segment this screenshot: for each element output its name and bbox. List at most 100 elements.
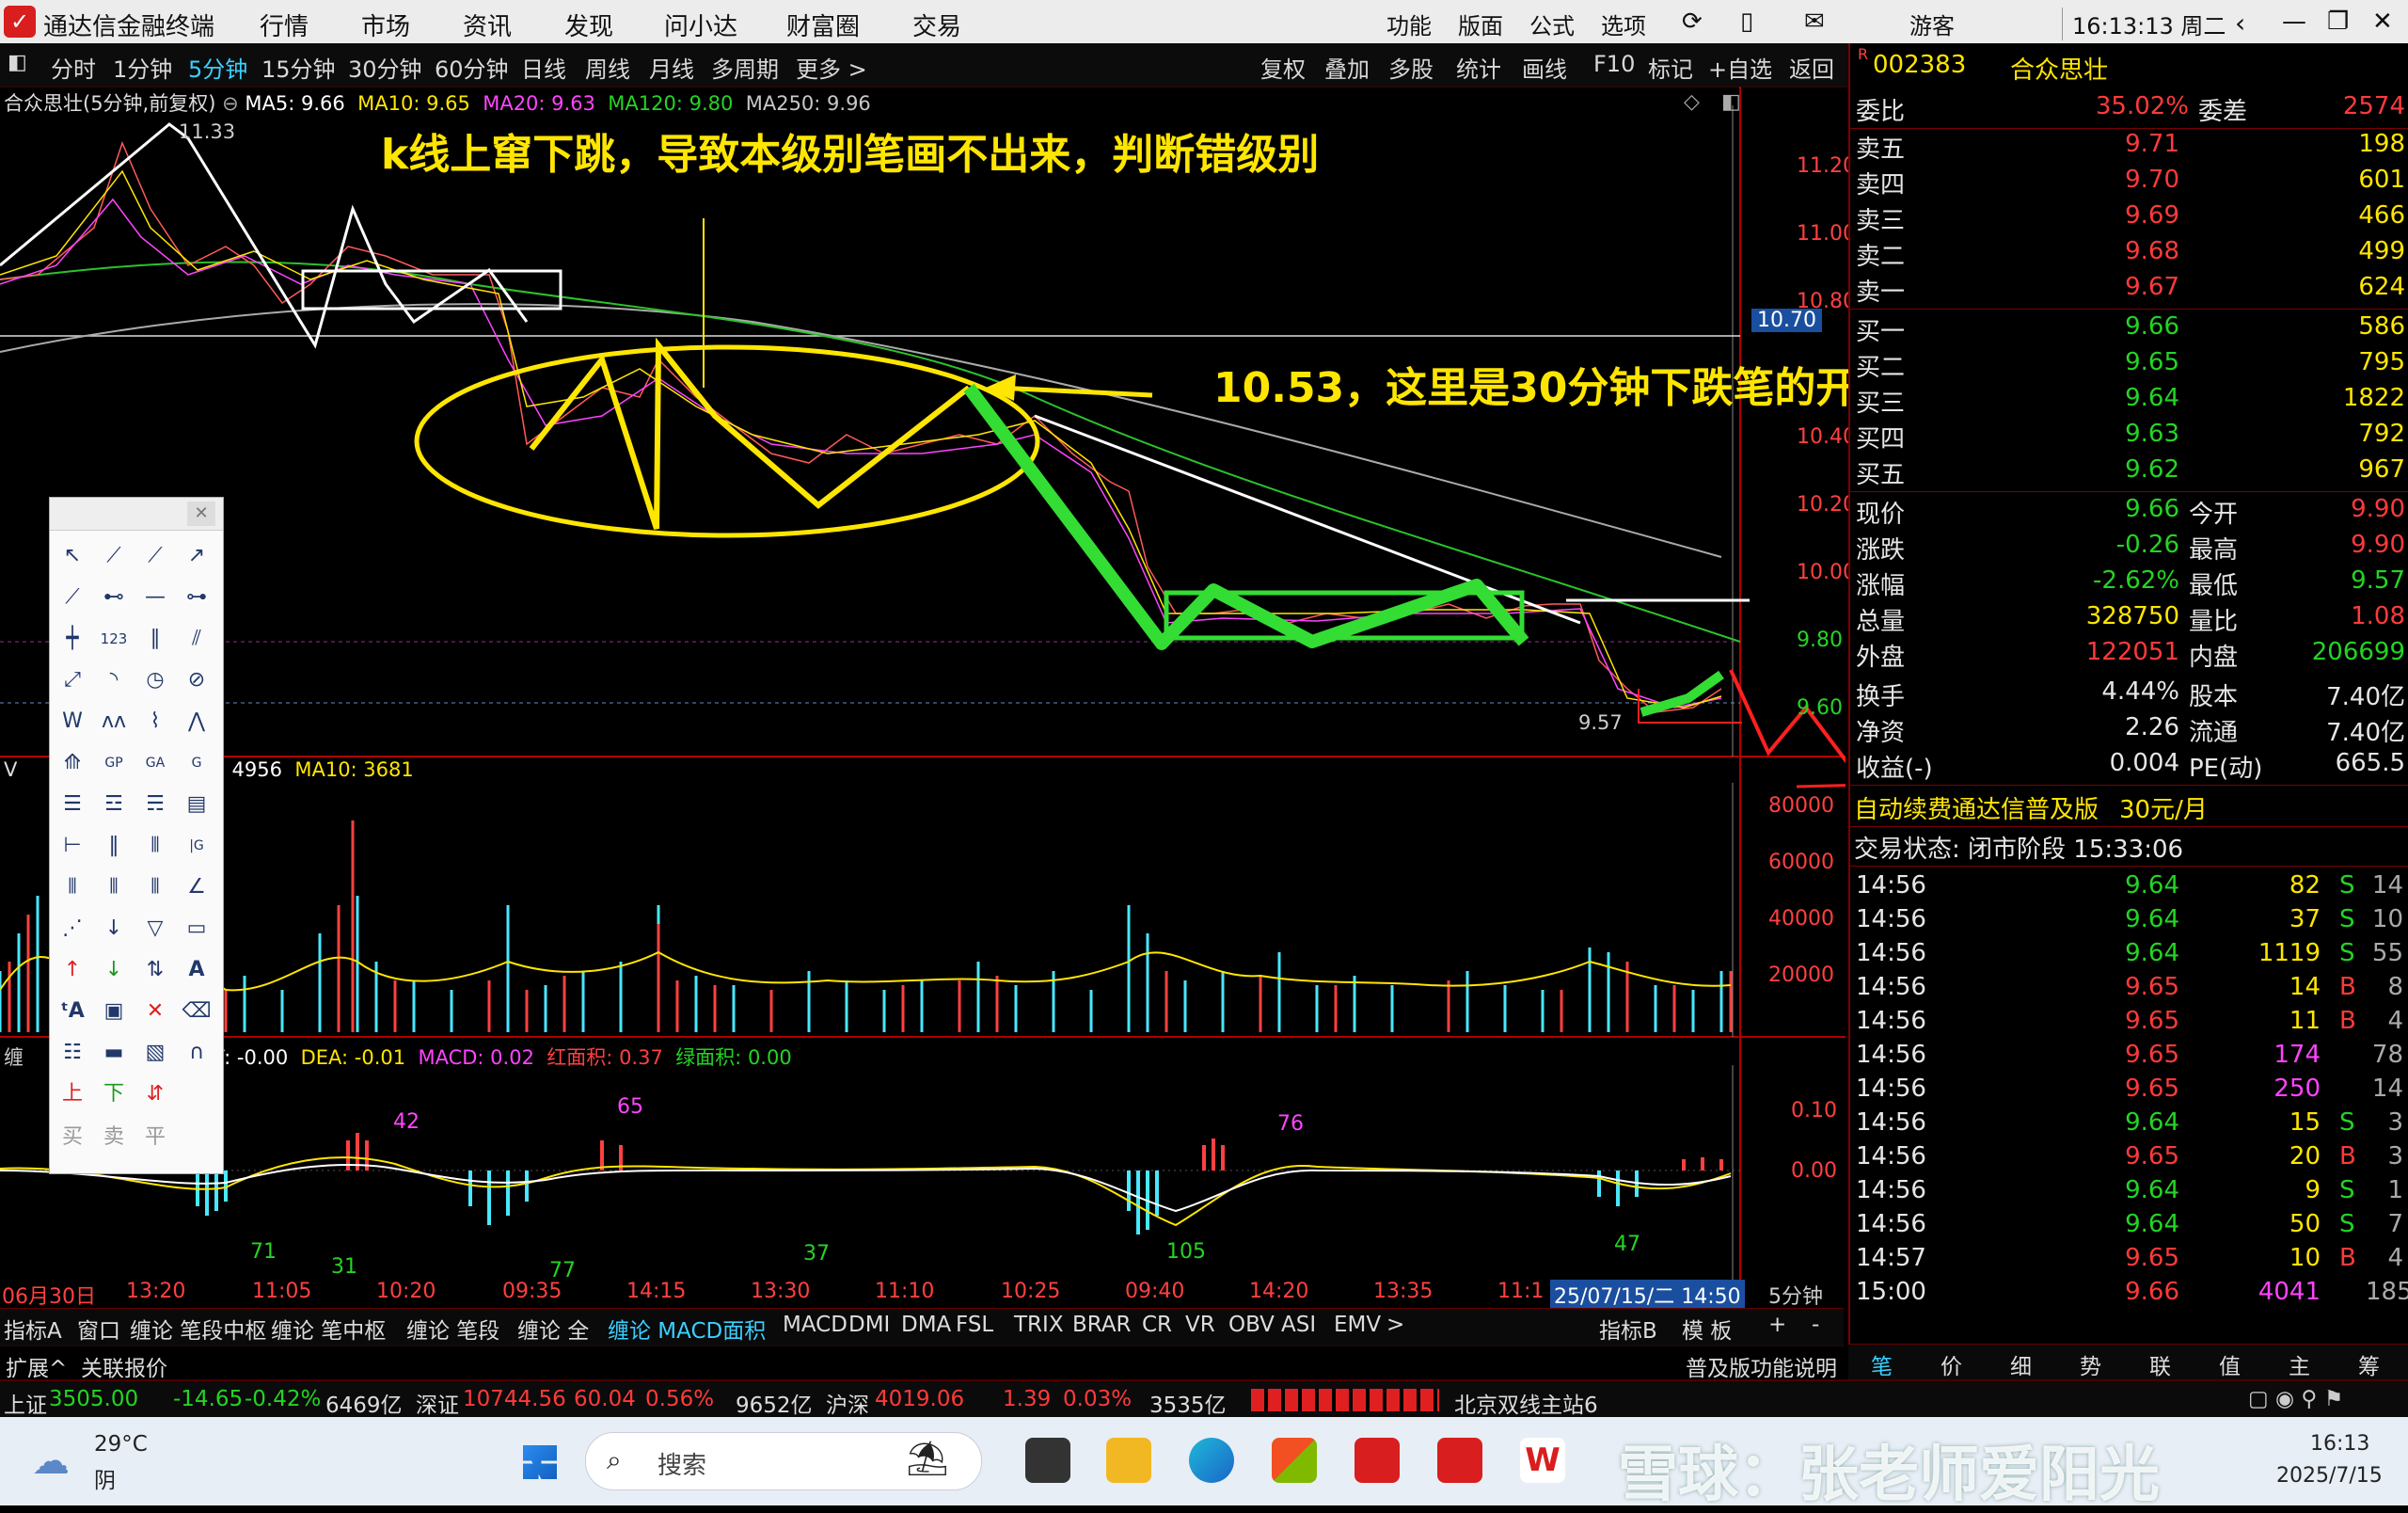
phone-icon[interactable]: ▯ [1740,8,1753,36]
hray-tool-icon[interactable]: — [136,579,174,616]
arrow-line-tool-icon[interactable]: ↗ [178,537,215,575]
menu-wenxiaoda[interactable]: 问小达 [664,8,737,42]
quote-tab[interactable]: 筹 [2358,1348,2380,1380]
tdx-app-icon[interactable] [1354,1438,1400,1483]
curve-tool-icon[interactable]: ∩ [178,1034,215,1072]
indicator-tab[interactable]: 缠论 笔段中枢 [130,1313,266,1345]
lines-tool-icon[interactable]: ⦀ [54,868,91,906]
mail-icon[interactable]: ✉ [1804,8,1825,36]
delete-tool-icon[interactable]: ✕ [136,993,174,1030]
quote-tab[interactable]: 笔 [1871,1348,1893,1380]
btn-diejia[interactable]: 叠加 [1324,51,1370,84]
indicator-tab[interactable]: ASI [1281,1313,1316,1337]
quote-tab[interactable]: 细 [2010,1348,2032,1380]
indicator-tab[interactable]: 窗口 [77,1313,120,1345]
tray-icons[interactable]: ▢ ◉ ⚲ ⚑ [2248,1387,2343,1411]
fib-time-tool-icon[interactable]: ⦀ [136,827,174,865]
indicator-tab[interactable]: MACD [783,1313,848,1337]
bid-row[interactable]: 买三 9.64 1822 [1850,384,2408,420]
updown-mark-tool-icon[interactable]: ⇵ [136,1075,174,1113]
menu-caifuquan[interactable]: 财富圈 [786,8,860,42]
file-explorer-icon[interactable] [1106,1438,1151,1483]
channel-tool-icon[interactable]: ⫽ [178,620,215,658]
indicator-tab-right[interactable]: + [1768,1313,1786,1337]
text-tool-icon[interactable]: A [178,951,215,989]
menu-hangqing[interactable]: 行情 [260,8,309,42]
user-label[interactable]: 游客 [1909,8,1955,40]
period-more[interactable]: 更多 > [796,51,867,84]
indicator-tab[interactable]: EMV [1334,1313,1381,1337]
sell-mark-tool[interactable]: 卖 [95,1119,133,1156]
sh-label[interactable]: 上证 [4,1387,47,1419]
fib-tool-icon[interactable]: ☰ [54,786,91,823]
menu-shichang[interactable]: 市场 [361,8,410,42]
cloud-icon[interactable]: ☁ [32,1440,70,1483]
period-5min[interactable]: 5分钟 [188,51,247,84]
menu-gongshi[interactable]: 公式 [1529,8,1575,40]
arc-tool-icon[interactable]: ◝ [95,661,133,699]
fan-tool-icon[interactable]: ⟰ [54,744,91,782]
up-arrow-tool-icon[interactable]: ↑ [54,951,91,989]
percent-tool-icon[interactable]: ☴ [136,786,174,823]
btn-huaxian[interactable]: 画线 [1522,51,1567,84]
mixed-arrow-tool-icon[interactable]: ⇅ [136,951,174,989]
ruler-tool-icon[interactable]: ▬ [95,1034,133,1072]
indicator-tab[interactable]: 缠论 MACD面积 [608,1313,766,1345]
windows-start-icon[interactable] [523,1445,557,1479]
hline-tool-icon[interactable]: ⊷ [95,579,133,616]
ask-row[interactable]: 卖五 9.71 198 [1850,130,2408,166]
btn-biaoji[interactable]: 标记 [1648,51,1693,84]
period-fenshi[interactable]: 分时 [51,51,96,84]
quote-tab[interactable]: 势 [2080,1348,2101,1380]
bid-row[interactable]: 买二 9.65 795 [1850,348,2408,384]
vline-tool-icon[interactable]: ┿ [54,620,91,658]
image-tool-icon[interactable]: ▧ [136,1034,174,1072]
indicator-tab[interactable]: FSL [956,1313,993,1337]
hide-tool-icon[interactable]: ▣ [95,993,133,1030]
gp-tool-icon[interactable]: GP [95,744,133,782]
refresh-icon[interactable]: ⟳ [1682,8,1703,36]
indicator-tab[interactable]: DMI [848,1313,890,1337]
gann-fan-tool-icon[interactable]: ⋰ [54,910,91,948]
triangle-tool-icon[interactable]: ▽ [136,910,174,948]
menu-banmian[interactable]: 版面 [1458,8,1503,40]
time-zone-tool-icon[interactable]: ⦀ [95,868,133,906]
up-mark-tool-icon[interactable]: 上 [54,1075,91,1113]
indicator-tab[interactable]: DMA [901,1313,951,1337]
indicator-tab-right[interactable]: 模 板 [1682,1313,1732,1345]
indicator-tab-right[interactable]: 指标B [1599,1313,1657,1345]
period-15min[interactable]: 15分钟 [261,51,336,84]
wave-down-tool-icon[interactable]: ⋀ [178,703,215,741]
tdx-app2-icon[interactable] [1437,1438,1482,1483]
menu-xuanxiang[interactable]: 选项 [1601,8,1646,40]
ga-tool-icon[interactable]: GA [136,744,174,782]
down-arrow-tool-icon[interactable]: ↓ [95,951,133,989]
menu-faxian[interactable]: 发现 [564,8,613,42]
indicator-tab-right[interactable]: - [1812,1313,1819,1337]
period-60min[interactable]: 60分钟 [435,51,509,84]
down-line-tool-icon[interactable]: ↓ [95,910,133,948]
period-day[interactable]: 日线 [521,51,566,84]
ask-row[interactable]: 卖三 9.69 466 [1850,201,2408,237]
indicator-tab[interactable]: OBV [1228,1313,1275,1337]
sz-label[interactable]: 深证 [416,1387,459,1419]
window-toggle-icon[interactable]: ◧ [1721,90,1741,114]
line-tool-icon[interactable]: ⟋ [95,537,133,575]
band-tool-icon[interactable]: ▤ [178,786,215,823]
bars-tool-icon[interactable]: ⦀ [136,868,174,906]
panel-toggle-icon[interactable]: ◧ [8,51,27,74]
ask-row[interactable]: 卖四 9.70 601 [1850,166,2408,201]
buy-mark-tool[interactable]: 买 [54,1119,91,1156]
btn-duogu[interactable]: 多股 [1388,51,1434,84]
period-week[interactable]: 周线 [585,51,630,84]
ad-row[interactable]: 自动续费通达信普及版 30元/月 [1850,790,2408,827]
btn-f10[interactable]: F10 [1593,51,1635,77]
menu-gongneng[interactable]: 功能 [1386,8,1432,40]
expand-button[interactable]: 扩展^ [6,1350,67,1382]
circle-tool-icon[interactable]: ◷ [136,661,174,699]
bid-row[interactable]: 买四 9.63 792 [1850,420,2408,455]
down-mark-tool-icon[interactable]: 下 [95,1075,133,1113]
quote-tab[interactable]: 主 [2289,1348,2310,1380]
menu-zixun[interactable]: 资讯 [463,8,512,42]
parallel-tool-icon[interactable]: ∥ [136,620,174,658]
